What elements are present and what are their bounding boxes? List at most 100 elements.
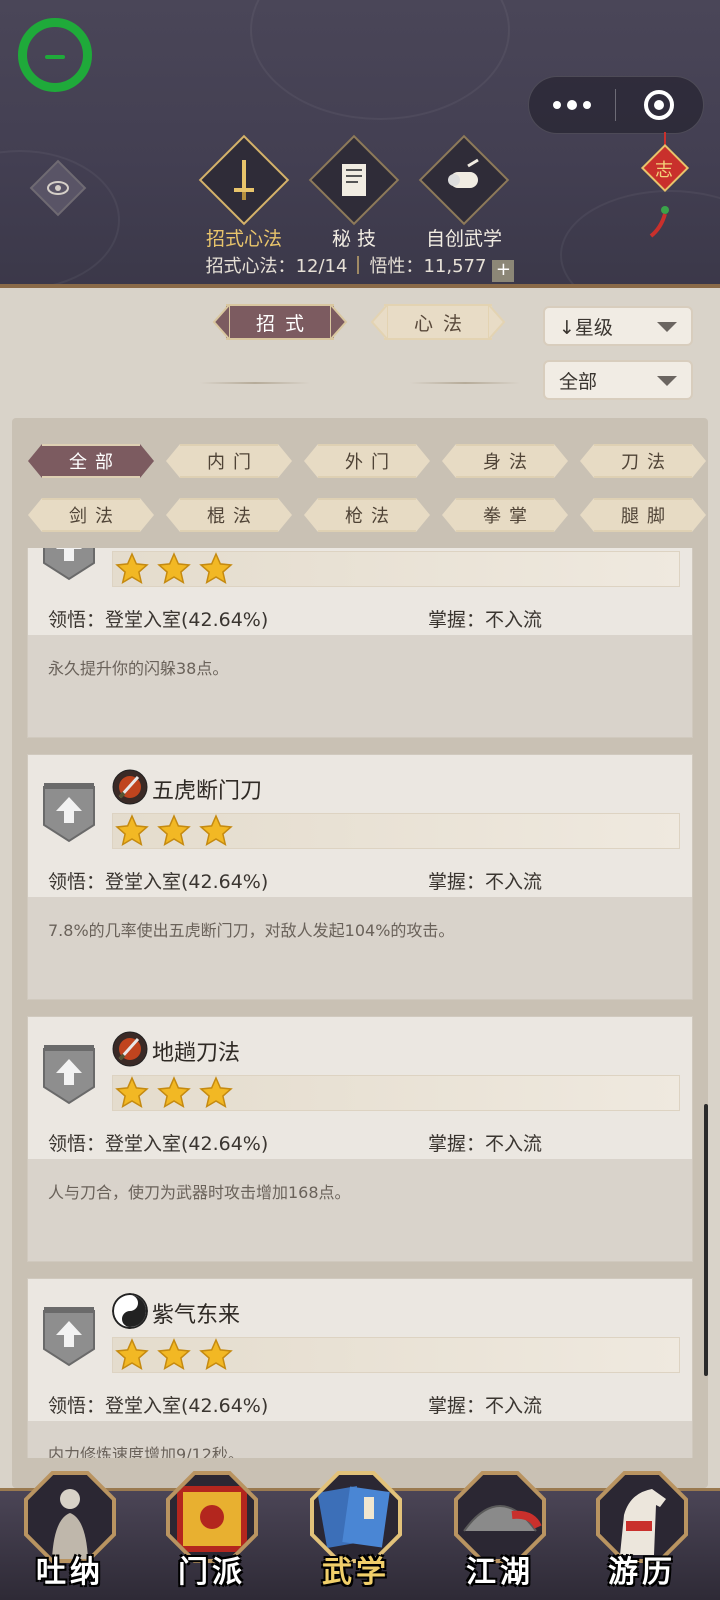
upgrade-badge-icon[interactable]: [42, 548, 96, 581]
chevron-down-icon: [657, 376, 677, 386]
blade-icon: [112, 1031, 148, 1067]
comprehension-stats: 招式心法：12/14 悟性：11,577 +: [0, 252, 720, 282]
moves-count-value: 12/14: [295, 256, 348, 277]
category-label: 全部: [69, 452, 121, 473]
category-label: 剑法: [69, 506, 121, 527]
scope-dropdown[interactable]: 全部: [543, 360, 693, 400]
star-icon: [157, 814, 191, 847]
upgrade-badge-icon[interactable]: [42, 781, 96, 843]
nav-jianghu[interactable]: 江湖: [452, 1465, 548, 1600]
sort-dropdown-value: ↓星级: [559, 316, 613, 339]
bottom-navigation: 吐纳 门派 武学 江湖 游历: [0, 1471, 720, 1600]
nav-tuna[interactable]: 吐纳: [22, 1465, 118, 1600]
upgrade-badge-icon[interactable]: [42, 1305, 96, 1367]
tab-label: 秘 技: [331, 228, 377, 250]
moves-count-label: 招式心法：: [205, 256, 296, 277]
tab-secret-skills[interactable]: 秘 技: [304, 134, 404, 251]
skill-desc-area: [28, 1159, 692, 1261]
skill-description: 人与刀合，使刀为武器时攻击增加168点。: [48, 1183, 351, 1202]
sort-dropdown[interactable]: ↓星级: [543, 306, 693, 346]
tab-xinfa[interactable]: 心法: [370, 304, 506, 340]
category-inner[interactable]: 内门: [166, 444, 292, 478]
scrollbar[interactable]: [704, 1104, 708, 1376]
book-icon: [308, 134, 400, 226]
tab-label: 心法: [413, 312, 472, 335]
mastery-level: 掌握：不入流: [428, 1133, 543, 1155]
star-icon: [199, 1338, 233, 1371]
tab-moves[interactable]: 招式心法: [194, 134, 294, 251]
nav-youli[interactable]: 游历: [594, 1465, 690, 1600]
skill-desc-area: [28, 897, 692, 999]
category-sword[interactable]: 剑法: [28, 498, 154, 532]
star-icon: [115, 552, 149, 585]
category-label: 枪法: [345, 506, 397, 527]
star-rating: [112, 551, 234, 587]
category-leg[interactable]: 腿脚: [580, 498, 706, 532]
comprehension-level: 领悟：登堂入室(42.64%): [48, 871, 269, 893]
divider-ornament: [410, 382, 520, 384]
star-icon: [199, 1076, 233, 1109]
more-options-icon[interactable]: [529, 77, 615, 133]
miniprogram-capsule: [528, 76, 704, 134]
blade-icon: [112, 769, 148, 805]
nav-menpai[interactable]: 门派: [164, 1465, 260, 1600]
tab-label: 招式: [255, 312, 314, 335]
category-all[interactable]: 全部: [28, 444, 154, 478]
skill-list[interactable]: 领悟：登堂入室(42.64%) 掌握：不入流 永久提升你的闪躲38点。 五虎断门…: [12, 548, 708, 1458]
category-label: 外门: [345, 452, 397, 473]
scope-dropdown-value: 全部: [559, 370, 598, 393]
category-label: 身法: [483, 452, 535, 473]
top-header: 招式心法 秘 技 自创武学 招式心法：12/14 悟性：11,577 + 志: [0, 0, 720, 288]
wuxing-label: 悟性：: [369, 256, 424, 277]
skill-description: 内力修炼速度增加9/12秒。: [48, 1445, 244, 1458]
category-label: 拳掌: [483, 506, 535, 527]
star-icon: [157, 1338, 191, 1371]
star-rating: [112, 813, 234, 849]
charm-text: 志: [655, 160, 673, 181]
category-blade[interactable]: 刀法: [580, 444, 706, 478]
divider-ornament: [200, 382, 310, 384]
star-rating: [112, 1337, 234, 1373]
category-movement[interactable]: 身法: [442, 444, 568, 478]
scroll-icon: [418, 134, 510, 226]
skill-name: 五虎断门刀: [152, 779, 263, 804]
star-icon: [115, 1076, 149, 1109]
skill-card[interactable]: 五虎断门刀 领悟：登堂入室(42.64%) 掌握：不入流 7.8%的几率使出五虎…: [27, 754, 693, 1000]
skill-description: 7.8%的几率使出五虎断门刀，对敌人发起104%的攻击。: [48, 921, 455, 940]
nav-wuxue[interactable]: 武学: [308, 1465, 404, 1600]
skill-desc-area: [28, 635, 692, 737]
close-miniprogram-icon[interactable]: [616, 77, 704, 133]
tab-self-created[interactable]: 自创武学: [414, 134, 514, 251]
nav-label: 吐纳: [36, 1555, 104, 1590]
nav-label: 江湖: [466, 1555, 534, 1590]
category-fist[interactable]: 拳掌: [442, 498, 568, 532]
star-rating: [112, 1075, 234, 1111]
yin-yang-icon: [112, 1293, 148, 1329]
nav-label: 武学: [322, 1555, 390, 1590]
skill-card[interactable]: 领悟：登堂入室(42.64%) 掌握：不入流 永久提升你的闪躲38点。: [27, 548, 693, 738]
comprehension-level: 领悟：登堂入室(42.64%): [48, 1395, 269, 1417]
comprehension-level: 领悟：登堂入室(42.64%): [48, 609, 269, 631]
skill-card[interactable]: 紫气东来 领悟：登堂入室(42.64%) 掌握：不入流 内力修炼速度增加9/12…: [27, 1278, 693, 1458]
tab-zhaoshi[interactable]: 招式: [212, 304, 348, 340]
chevron-down-icon: [657, 322, 677, 332]
wechat-minigame-logo-icon[interactable]: [18, 18, 92, 92]
cloud-decoration: [250, 0, 510, 120]
mastery-level: 掌握：不入流: [428, 871, 543, 893]
skill-card[interactable]: 地趟刀法 领悟：登堂入室(42.64%) 掌握：不入流 人与刀合，使刀为武器时攻…: [27, 1016, 693, 1262]
category-label: 内门: [207, 452, 259, 473]
wuxing-value: 11,577: [423, 256, 487, 277]
category-outer[interactable]: 外门: [304, 444, 430, 478]
star-icon: [199, 814, 233, 847]
mastery-level: 掌握：不入流: [428, 1395, 543, 1417]
tab-label: 自创武学: [425, 228, 502, 250]
mastery-level: 掌握：不入流: [428, 609, 543, 631]
tab-label: 招式心法: [205, 228, 282, 250]
nav-label: 游历: [608, 1555, 676, 1590]
star-icon: [157, 1076, 191, 1109]
knot-charm-icon[interactable]: 志: [637, 132, 693, 242]
upgrade-badge-icon[interactable]: [42, 1043, 96, 1105]
category-staff[interactable]: 棍法: [166, 498, 292, 532]
category-spear[interactable]: 枪法: [304, 498, 430, 532]
add-wuxing-button[interactable]: +: [492, 260, 515, 282]
